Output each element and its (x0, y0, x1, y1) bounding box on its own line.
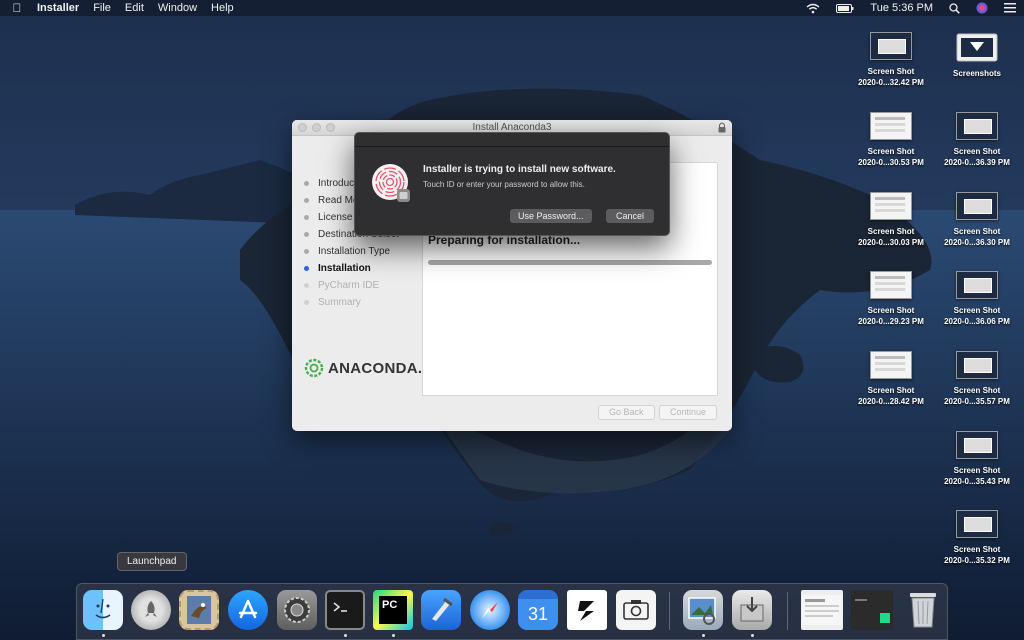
go-back-button[interactable]: Go Back (598, 405, 655, 420)
logo-text: ANACONDA. (328, 359, 423, 377)
step-installation-type: Installation Type (304, 243, 399, 260)
desktop-file-screenshot[interactable]: Screen Shot 2020-0...28.42 PM (847, 351, 935, 407)
menu-bar:  Installer File Edit Window Help Tue 5:… (0, 0, 1024, 16)
screenshot-thumbnail-icon (870, 351, 912, 379)
app-icon[interactable] (567, 590, 607, 630)
system-preferences-icon[interactable] (277, 590, 317, 630)
minimize-button[interactable] (312, 123, 321, 132)
terminal-icon[interactable] (325, 590, 365, 630)
clock[interactable]: Tue 5:36 PM (862, 2, 941, 14)
screenshot-thumbnail-icon (956, 112, 998, 140)
xcode-icon[interactable] (421, 590, 461, 630)
screenshot-thumbnail-icon (870, 271, 912, 299)
battery-icon[interactable] (828, 3, 862, 13)
mail-icon[interactable] (179, 590, 219, 630)
desktop-file-screenshot[interactable]: Screen Shot 2020-0...36.30 PM (933, 192, 1021, 248)
cancel-button[interactable]: Cancel (606, 209, 655, 223)
screenshot-thumbnail-icon (870, 192, 912, 220)
installer-icon[interactable] (732, 590, 772, 630)
screenshot-thumbnail-icon (956, 271, 998, 299)
screenshot-thumbnail-icon (870, 112, 912, 140)
desktop-file-screenshot[interactable]: Screen Shot 2020-0...30.53 PM (847, 112, 935, 168)
screenshot-thumbnail-icon (870, 32, 912, 60)
desktop-file-screenshot[interactable]: Screen Shot 2020-0...35.57 PM (933, 351, 1021, 407)
menu-help[interactable]: Help (204, 0, 241, 16)
running-indicator (344, 634, 347, 637)
step-pycharm-ide: PyCharm IDE (304, 277, 399, 294)
progress-bar (428, 260, 712, 265)
window-controls (298, 123, 335, 132)
dock-separator (787, 592, 788, 630)
continue-button[interactable]: Continue (659, 405, 718, 420)
dock: PC 31 (76, 583, 948, 640)
menu-file[interactable]: File (86, 0, 118, 16)
desktop-file-screenshot[interactable]: Screen Shot 2020-0...30.03 PM (847, 192, 935, 248)
desktop-file-screenshot[interactable]: Screen Shot 2020-0...35.32 PM (933, 510, 1021, 566)
dialog-top-edge (355, 133, 669, 147)
desktop-file-screenshot[interactable]: Screen Shot 2020-0...29.23 PM (847, 271, 935, 327)
screenshot-thumbnail-icon (956, 510, 998, 538)
step-installation: Installation (304, 260, 399, 277)
screenshot-thumbnail-icon (956, 351, 998, 379)
authorization-dialog: Installer is trying to install new softw… (354, 132, 670, 236)
safari-icon[interactable] (470, 590, 510, 630)
menu-window[interactable]: Window (151, 0, 204, 16)
use-password-button[interactable]: Use Password... (510, 209, 592, 223)
folder-icon (956, 33, 998, 62)
running-indicator (392, 634, 395, 637)
running-indicator (102, 634, 105, 637)
dialog-message: Touch ID or enter your password to allow… (423, 180, 585, 189)
running-indicator (751, 634, 754, 637)
dock-separator (669, 592, 670, 630)
zoom-button[interactable] (326, 123, 335, 132)
desktop-file-screenshot[interactable]: Screen Shot 2020-0...35.43 PM (933, 431, 1021, 487)
screenshot-icon[interactable] (616, 590, 656, 630)
menu-app-name[interactable]: Installer (34, 0, 86, 16)
siri-icon[interactable] (968, 2, 996, 14)
desktop-file-screenshot[interactable]: Screen Shot 2020-0...36.06 PM (933, 271, 1021, 327)
close-button[interactable] (298, 123, 307, 132)
screenshot-thumbnail-icon (956, 431, 998, 459)
running-indicator (702, 634, 705, 637)
wifi-icon[interactable] (798, 3, 828, 14)
desktop-file-screenshot[interactable]: Screen Shot 2020-0...36.39 PM (933, 112, 1021, 168)
apple-menu-icon[interactable]:  (0, 1, 34, 15)
window-thumbnail-icon[interactable] (851, 590, 893, 630)
pycharm-icon[interactable]: PC (373, 590, 413, 630)
trash-icon[interactable] (903, 590, 943, 630)
notification-center-icon[interactable] (996, 3, 1024, 13)
menu-edit[interactable]: Edit (118, 0, 151, 16)
dialog-title: Installer is trying to install new softw… (423, 164, 616, 175)
touch-id-fingerprint-icon (372, 164, 410, 202)
finder-icon[interactable] (83, 590, 123, 630)
launchpad-icon[interactable] (131, 590, 171, 630)
screenshot-thumbnail-icon (956, 192, 998, 220)
window-thumbnail-icon[interactable] (801, 590, 843, 630)
active-step-indicator (304, 266, 309, 271)
spotlight-search-icon[interactable] (941, 2, 968, 14)
app-store-icon[interactable] (228, 590, 268, 630)
preview-icon[interactable] (683, 590, 723, 630)
step-summary: Summary (304, 294, 399, 311)
desktop-file-screenshot[interactable]: Screen Shot 2020-0...32.42 PM (847, 32, 935, 88)
progress-fill (428, 260, 712, 265)
dock-tooltip: Launchpad (117, 552, 187, 571)
calendar-icon[interactable]: 31 (518, 590, 558, 630)
calendar-day: 31 (527, 603, 549, 624)
desktop-folder-screenshots[interactable]: Screenshots (933, 30, 1021, 79)
anaconda-logo: ANACONDA. (304, 358, 422, 378)
lock-icon (718, 122, 726, 133)
anaconda-logo-icon (304, 358, 324, 378)
